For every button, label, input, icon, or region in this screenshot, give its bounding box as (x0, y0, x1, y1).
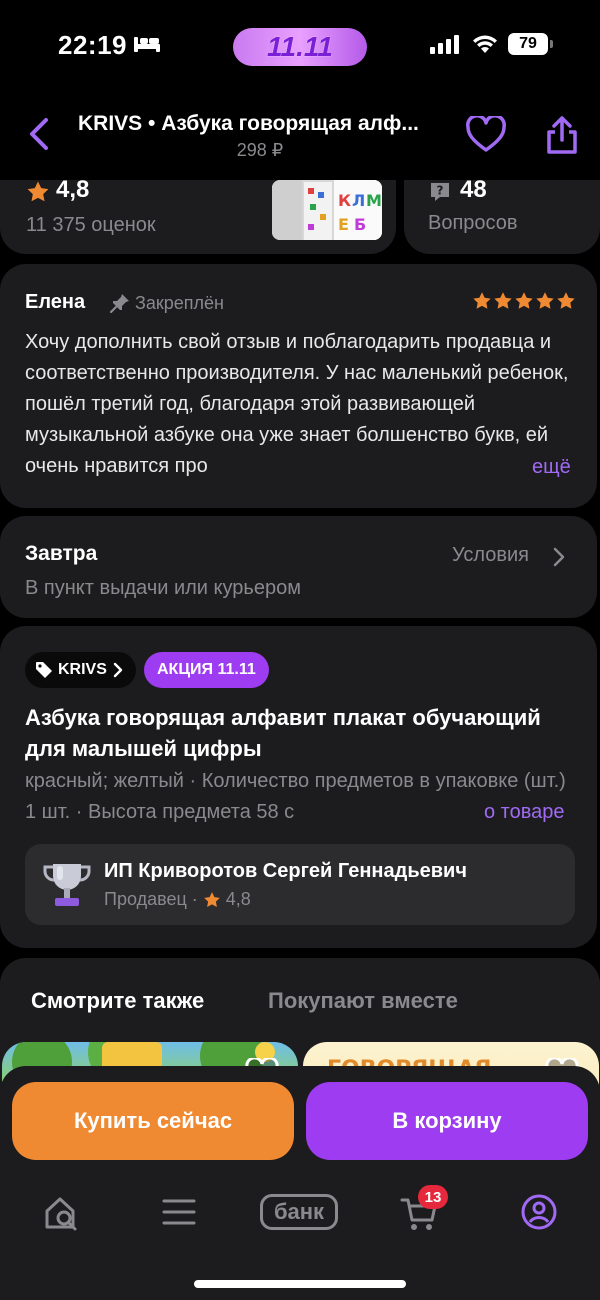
product-header-title: KRIVS • Азбука говорящая алф... (78, 112, 419, 135)
review-photo-thumbnail[interactable]: К Л М Е Б (272, 180, 382, 240)
bottom-tab-bar: банк 13 (0, 1182, 600, 1242)
seller-name: ИП Криворотов Сергей Геннадьевич (104, 860, 467, 882)
questions-label: Вопросов (428, 212, 518, 234)
promo-chip[interactable]: АКЦИЯ 11.11 (144, 652, 269, 688)
tab-buy-together[interactable]: Покупают вместе (268, 988, 458, 1014)
buy-now-button[interactable]: Купить сейчас (12, 1082, 294, 1160)
star-icon (26, 180, 50, 209)
svg-text:Б: Б (354, 215, 366, 234)
seller-card[interactable]: ИП Криворотов Сергей Геннадьевич Продаве… (25, 844, 575, 925)
bank-tab[interactable]: банк (260, 1194, 338, 1230)
rating-count: 11 375 оценок (26, 214, 156, 236)
tab-see-also[interactable]: Смотрите также (31, 988, 204, 1014)
star-icon (203, 891, 220, 907)
pinned-label: Закреплён (135, 293, 224, 313)
star-icon (536, 292, 554, 309)
home-search-icon[interactable] (42, 1194, 80, 1237)
battery-indicator: 79 (508, 33, 553, 55)
product-info-card: KRIVS АКЦИЯ 11.11 Азбука говорящая алфав… (0, 626, 597, 948)
chevron-right-icon (552, 547, 566, 572)
trophy-icon (41, 858, 93, 917)
seller-role: Продавец (104, 889, 187, 909)
add-to-cart-button[interactable]: В корзину (306, 1082, 588, 1160)
tag-icon (36, 662, 52, 678)
star-icon (473, 292, 491, 309)
status-bar: 22:19 11.11 79 (0, 0, 600, 92)
brand-name: KRIVS (58, 661, 107, 678)
about-product-link[interactable]: о товаре (484, 797, 565, 828)
star-icon (494, 292, 512, 309)
review-author: Елена (25, 291, 86, 313)
sleep-mode-icon (133, 33, 161, 58)
product-header-price: 298 ₽ (236, 140, 284, 160)
rating-value: 4,8 (56, 176, 90, 203)
pinned-review-card[interactable]: Елена Закреплён Хочу дополнить свой отзы… (0, 264, 597, 508)
seller-rating: 4,8 (225, 889, 251, 909)
product-title: Азбука говорящая алфавит плакат обучающи… (25, 705, 541, 761)
questions-count: 48 (460, 176, 487, 203)
svg-text:?: ? (437, 184, 444, 198)
review-text-fade (470, 452, 530, 483)
delivery-conditions-link[interactable]: Условия (452, 544, 529, 567)
svg-text:М: М (366, 191, 382, 210)
wifi-icon (471, 33, 499, 60)
delivery-method: В пункт выдачи или курьером (25, 577, 301, 599)
question-bubble-icon: ? (428, 180, 452, 209)
bottom-action-bar: Купить сейчас В корзину банк 13 (0, 1066, 600, 1300)
top-navigation-bar: KRIVS • Азбука говорящая алф... 298 ₽ (0, 100, 600, 172)
promo-1111-badge[interactable]: 11.11 (233, 28, 367, 66)
separator-dot: · (191, 889, 198, 909)
star-icon (515, 292, 533, 309)
seller-meta: Продавец · 4,8 (104, 889, 251, 910)
status-time: 22:19 (58, 30, 127, 60)
delivery-date: Завтра (25, 542, 98, 565)
profile-icon[interactable] (520, 1193, 558, 1236)
review-star-rating (472, 291, 576, 311)
cellular-signal-icon (430, 35, 462, 60)
svg-text:Е: Е (338, 215, 349, 234)
specs-text-fade (430, 797, 485, 828)
chevron-right-icon (113, 662, 123, 678)
brand-chip[interactable]: KRIVS (25, 652, 136, 688)
pin-icon (109, 292, 131, 319)
home-indicator (194, 1280, 406, 1288)
svg-text:Л: Л (352, 191, 365, 210)
catalog-menu-icon[interactable] (162, 1198, 196, 1231)
delivery-card[interactable]: Завтра В пункт выдачи или курьером Услов… (0, 516, 597, 618)
review-more-link[interactable]: ещё (530, 452, 571, 483)
share-icon[interactable] (544, 114, 580, 161)
star-icon (557, 292, 575, 309)
svg-text:К: К (338, 191, 351, 210)
favorite-heart-icon[interactable] (466, 114, 506, 159)
cart-count-badge: 13 (418, 1185, 448, 1209)
